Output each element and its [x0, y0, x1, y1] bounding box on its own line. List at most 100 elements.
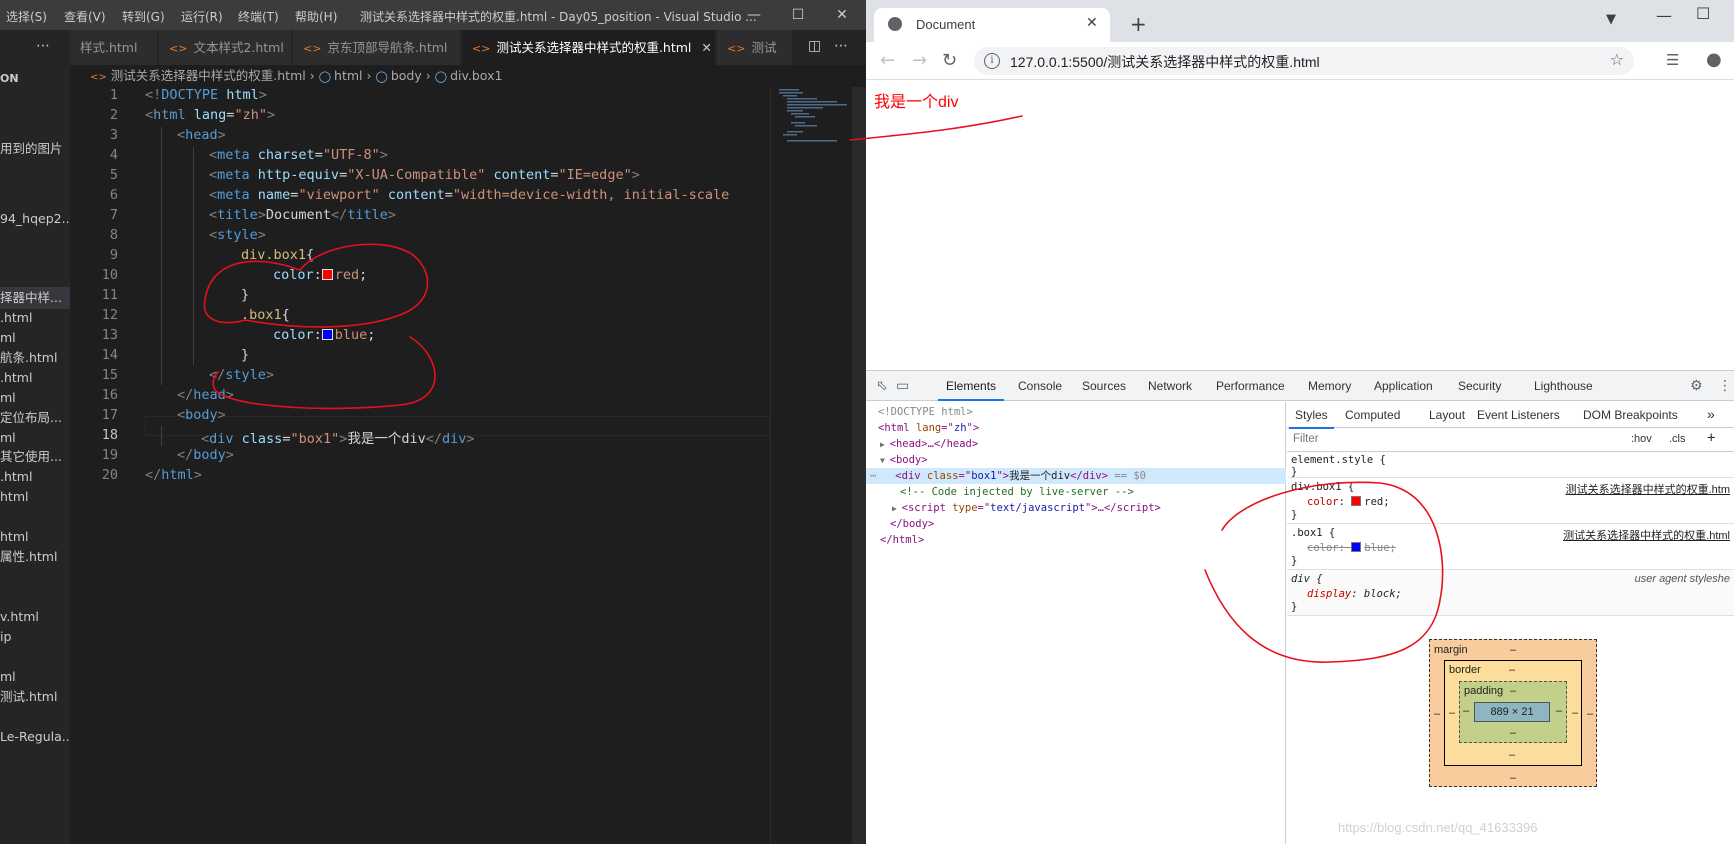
tab-styles[interactable]: Styles — [1289, 408, 1334, 429]
color-swatch-red[interactable] — [321, 269, 333, 280]
tab-dom-breakpoints[interactable]: DOM Breakpoints — [1583, 408, 1678, 422]
tab-console[interactable]: Console — [1018, 379, 1062, 393]
file-item[interactable]: v.html — [0, 606, 70, 628]
minimap[interactable] — [770, 87, 860, 844]
more-actions-icon[interactable]: ⋯ — [834, 38, 848, 54]
forward-icon[interactable]: → — [912, 50, 927, 71]
menu-view[interactable]: 查看(V) — [64, 8, 106, 25]
filter-input[interactable]: Filter — [1293, 433, 1319, 445]
browser-tab[interactable]: Document ✕ — [874, 8, 1110, 42]
file-item[interactable]: .html — [0, 367, 70, 389]
rule-selector[interactable]: .box1 { — [1291, 527, 1335, 539]
rule-source-link[interactable]: 测试关系选择器中样式的权重.html — [1563, 527, 1730, 543]
file-item[interactable]: ml — [0, 666, 70, 688]
tab-file-active[interactable]: <> 测试关系选择器中样式的权重.html ✕ — [462, 30, 716, 65]
url-text[interactable]: 127.0.0.1:5500/测试关系选择器中样式的权重.html — [1010, 52, 1320, 72]
file-item[interactable]: ml — [0, 387, 70, 409]
rule-source-link[interactable]: 测试关系选择器中样式的权重.htm — [1566, 481, 1730, 497]
tab-memory[interactable]: Memory — [1308, 379, 1351, 393]
rule-selector[interactable]: element.style { — [1291, 454, 1386, 466]
file-item[interactable]: 其它使用... — [0, 446, 70, 468]
tab-security[interactable]: Security — [1458, 379, 1501, 393]
breadcrumb-html[interactable]: html — [334, 68, 362, 83]
more-vert-icon[interactable]: ⋮ — [1718, 378, 1732, 394]
file-item[interactable]: .html — [0, 307, 70, 329]
breadcrumb-div[interactable]: div.box1 — [450, 68, 502, 83]
dom-node-selected[interactable]: ⋯ <div class="box1">我是一个div</div> == $0 — [866, 468, 1286, 484]
tab-network[interactable]: Network — [1148, 379, 1192, 393]
border-top-value[interactable]: – — [1509, 664, 1515, 676]
maximize-icon[interactable]: ☐ — [1696, 4, 1710, 23]
padding-top-value[interactable]: – — [1510, 685, 1516, 697]
tab-close-icon[interactable]: ✕ — [701, 40, 711, 55]
margin-bottom-value[interactable]: – — [1510, 772, 1516, 784]
tab-lighthouse[interactable]: Lighthouse — [1534, 379, 1593, 393]
minimize-icon[interactable]: — — [734, 3, 774, 27]
file-item[interactable]: Le-Regula... — [0, 726, 70, 748]
padding-right-value[interactable]: – — [1556, 705, 1562, 717]
minimize-icon[interactable]: — — [1656, 6, 1672, 25]
close-icon[interactable]: ✕ — [822, 3, 862, 27]
device-toolbar-icon[interactable]: ▭ — [896, 378, 909, 394]
dom-node[interactable]: <!DOCTYPE html> — [866, 404, 1286, 420]
file-item[interactable]: 测试.html — [0, 686, 70, 708]
file-item[interactable]: 用到的图片 — [0, 138, 70, 160]
tab-sources[interactable]: Sources — [1082, 379, 1126, 393]
dom-node[interactable]: <!-- Code injected by live-server --> — [866, 484, 1286, 500]
file-item[interactable]: ml — [0, 327, 70, 349]
rule-selector[interactable]: div.box1 { — [1291, 481, 1354, 493]
reading-list-icon[interactable]: ☰ — [1666, 51, 1679, 69]
border-bottom-value[interactable]: – — [1509, 749, 1515, 761]
border-left-value[interactable]: – — [1449, 707, 1455, 719]
margin-right-value[interactable]: – — [1587, 708, 1593, 720]
tab-file[interactable]: <> 文本样式2.html — [159, 30, 292, 65]
tab-file[interactable]: <> 测试 — [717, 30, 793, 65]
more-actions-icon[interactable]: ⋯ — [36, 38, 51, 54]
tab-layout[interactable]: Layout — [1429, 408, 1465, 422]
tab-file[interactable]: <> 京东顶部导航条.html — [293, 30, 461, 65]
dom-node[interactable]: ▶ <script type="text/javascript">…</scri… — [866, 500, 1286, 516]
bookmark-star-icon[interactable]: ☆ — [1610, 50, 1624, 69]
menu-select[interactable]: 选择(S) — [6, 8, 47, 25]
tab-application[interactable]: Application — [1374, 379, 1433, 393]
file-item[interactable]: ip — [0, 626, 70, 648]
menu-help[interactable]: 帮助(H) — [295, 8, 337, 25]
file-item[interactable]: .html — [0, 466, 70, 488]
file-item[interactable]: html — [0, 526, 70, 548]
breadcrumb-file[interactable]: 测试关系选择器中样式的权重.html — [111, 68, 306, 83]
profile-icon[interactable]: ● — [1706, 49, 1722, 70]
tab-file[interactable]: 样式.html — [70, 30, 158, 65]
dom-node[interactable]: ▼ <body> — [866, 452, 1286, 468]
margin-top-value[interactable]: – — [1510, 644, 1516, 656]
color-swatch-blue[interactable] — [321, 329, 333, 340]
breadcrumb-body[interactable]: body — [391, 68, 422, 83]
tab-search-icon[interactable]: ▼ — [1606, 12, 1616, 27]
dom-node[interactable]: ▶ <head>…</head> — [866, 436, 1286, 452]
settings-gear-icon[interactable]: ⚙ — [1690, 378, 1703, 394]
cls-toggle[interactable]: .cls — [1669, 433, 1686, 445]
close-tab-icon[interactable]: ✕ — [1086, 15, 1098, 31]
tab-elements[interactable]: Elements — [937, 379, 1005, 401]
maximize-icon[interactable]: ☐ — [778, 3, 818, 27]
style-declaration[interactable]: color: red; — [1307, 496, 1390, 508]
tab-computed[interactable]: Computed — [1345, 408, 1400, 422]
editor-scrollbar[interactable] — [852, 87, 866, 844]
dom-node[interactable]: </body> — [866, 516, 1286, 532]
box-model-content[interactable]: 889 × 21 — [1474, 702, 1550, 722]
menu-terminal[interactable]: 终端(T) — [238, 8, 279, 25]
menu-goto[interactable]: 转到(G) — [122, 8, 165, 25]
inspect-icon[interactable]: ⬁ — [876, 378, 888, 394]
tab-event-listeners[interactable]: Event Listeners — [1477, 408, 1560, 422]
file-item[interactable]: 属性.html — [0, 546, 70, 568]
back-icon[interactable]: ← — [880, 50, 895, 71]
padding-bottom-value[interactable]: – — [1510, 727, 1516, 739]
tab-performance[interactable]: Performance — [1216, 379, 1285, 393]
file-item[interactable]: 94_hqep2... — [0, 208, 70, 230]
hov-toggle[interactable]: :hov — [1631, 433, 1652, 445]
file-item[interactable]: 航条.html — [0, 347, 70, 369]
dom-node[interactable]: <html lang="zh"> — [866, 420, 1286, 436]
dom-node[interactable]: </html> — [866, 532, 1286, 548]
padding-left-value[interactable]: – — [1463, 705, 1469, 717]
menu-run[interactable]: 运行(R) — [181, 8, 223, 25]
border-right-value[interactable]: – — [1572, 707, 1578, 719]
